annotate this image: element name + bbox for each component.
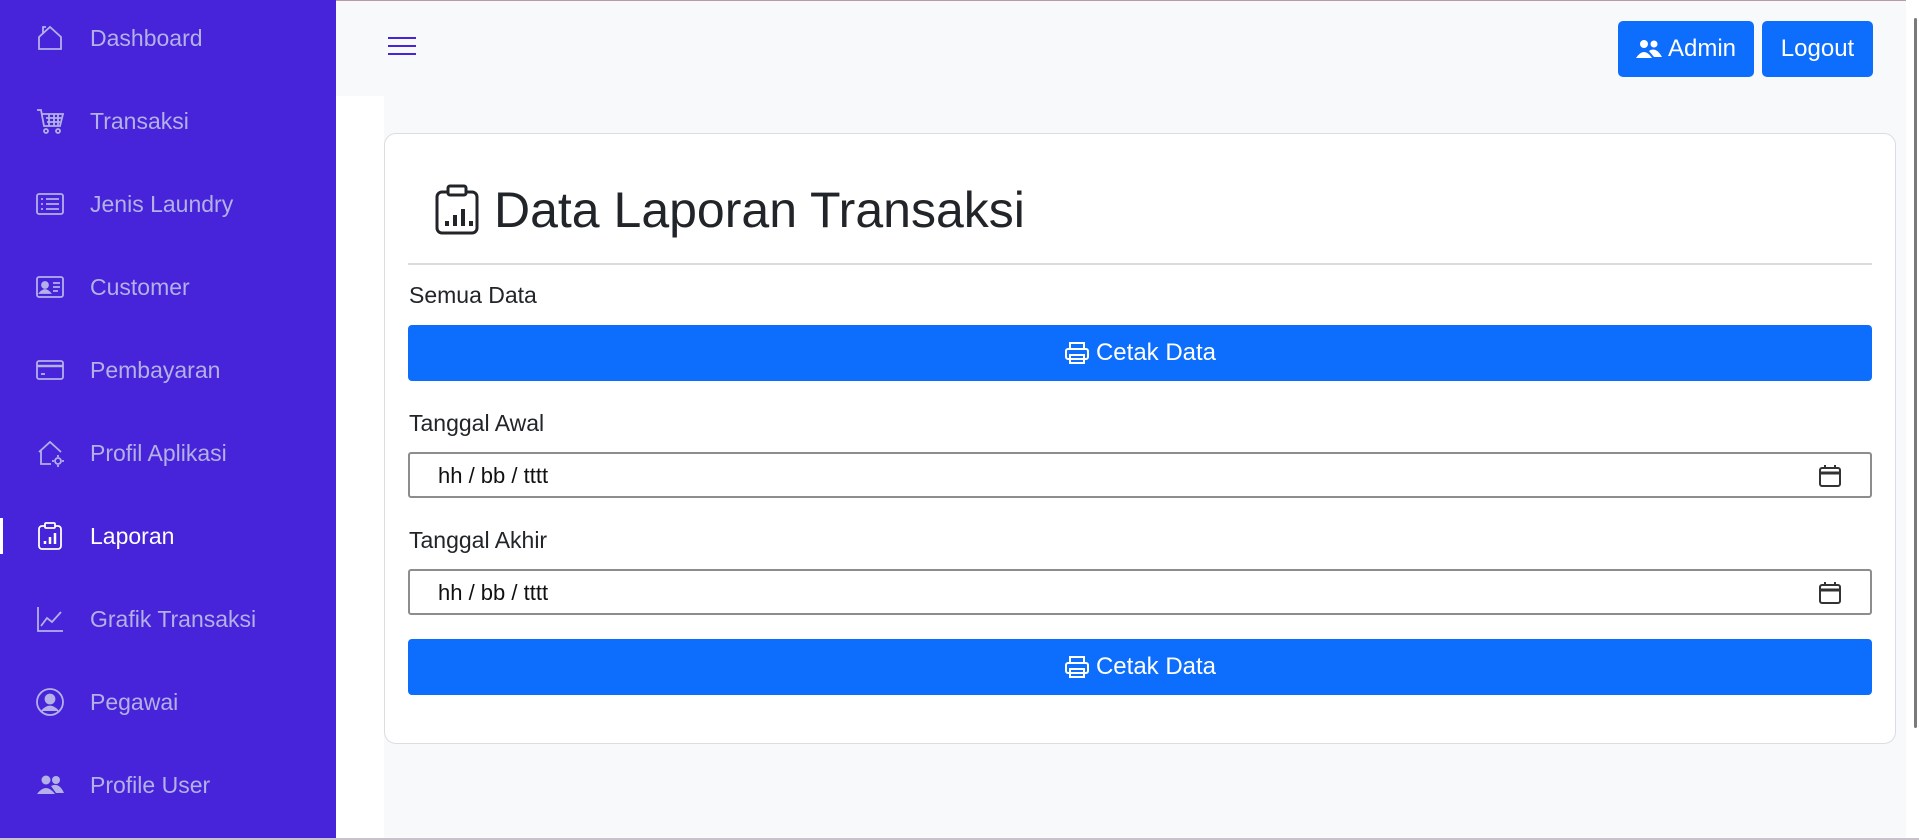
top-border	[336, 0, 1919, 1]
print-range-button[interactable]: Cetak Data	[408, 639, 1872, 695]
printer-icon	[1064, 342, 1089, 364]
person-circle-icon	[34, 686, 66, 718]
sidebar-item-label: Dashboard	[90, 24, 203, 51]
calendar-icon[interactable]	[1818, 581, 1842, 605]
all-data-label: Semua Data	[409, 282, 537, 308]
people-icon	[34, 769, 66, 801]
sidebar-item-profil-aplikasi[interactable]: Profil Aplikasi	[0, 423, 336, 483]
sidebar-item-dashboard[interactable]: Dashboard	[0, 8, 336, 68]
sidebar-item-label: Customer	[90, 273, 190, 300]
sidebar-item-transaksi[interactable]: Transaksi	[0, 91, 336, 151]
scrollbar-thumb[interactable]	[1914, 18, 1917, 728]
end-date-label: Tanggal Akhir	[409, 527, 548, 553]
sidebar-item-label: Profile User	[90, 771, 211, 798]
sidebar-item-pembayaran[interactable]: Pembayaran	[0, 340, 336, 400]
sidebar-item-profile-user[interactable]: Profile User	[0, 755, 336, 815]
sidebar-item-laporan[interactable]: Laporan	[0, 506, 336, 566]
credit-card-icon	[34, 354, 66, 386]
end-date-placeholder: hh / bb / tttt	[438, 580, 549, 605]
person-card-icon	[34, 271, 66, 303]
admin-label: Admin	[1667, 35, 1737, 62]
page-title-text: Data Laporan Transaksi	[494, 182, 1025, 238]
printer-icon	[1064, 656, 1089, 678]
sidebar-item-label: Pembayaran	[90, 356, 221, 383]
sidebar-item-label: Grafik Transaksi	[90, 605, 257, 632]
start-date-input[interactable]: hh / bb / tttt	[408, 452, 1872, 498]
content-background	[336, 96, 384, 840]
logout-button[interactable]: Logout	[1762, 21, 1873, 77]
start-date-label: Tanggal Awal	[409, 410, 545, 436]
cart-icon	[34, 105, 66, 137]
calendar-icon[interactable]	[1818, 464, 1842, 488]
print-all-label: Cetak Data	[1095, 339, 1217, 366]
divider	[408, 263, 1872, 265]
sidebar-item-customer[interactable]: Customer	[0, 257, 336, 317]
start-date-placeholder: hh / bb / tttt	[438, 463, 549, 488]
print-range-label: Cetak Data	[1095, 653, 1217, 680]
sidebar-item-pegawai[interactable]: Pegawai	[0, 672, 336, 732]
end-date-input[interactable]: hh / bb / tttt	[408, 569, 1872, 615]
clipboard-chart-icon	[34, 520, 66, 552]
list-icon	[34, 188, 66, 220]
line-chart-icon	[34, 603, 66, 635]
logout-label: Logout	[1780, 35, 1855, 62]
people-fill-icon	[1635, 40, 1662, 58]
hamburger-icon[interactable]	[388, 34, 416, 58]
house-gear-icon	[34, 437, 66, 469]
print-all-button[interactable]: Cetak Data	[408, 325, 1872, 381]
sidebar-item-label: Laporan	[90, 522, 175, 549]
scrollbar-track[interactable]	[1906, 0, 1919, 840]
sidebar-item-label: Profil Aplikasi	[90, 439, 227, 466]
sidebar-item-jenis-laundry[interactable]: Jenis Laundry	[0, 174, 336, 234]
house-icon	[34, 22, 66, 54]
sidebar: Dashboard Transaksi Jenis Laundry Custom…	[0, 0, 336, 840]
sidebar-item-label: Pegawai	[90, 688, 179, 715]
sidebar-item-label: Jenis Laundry	[90, 190, 234, 217]
sidebar-item-grafik-transaksi[interactable]: Grafik Transaksi	[0, 589, 336, 649]
page-title: Data Laporan Transaksi	[434, 180, 1025, 240]
sidebar-item-label: Transaksi	[90, 107, 189, 134]
clipboard-chart-icon	[435, 184, 479, 235]
admin-button[interactable]: Admin	[1618, 21, 1754, 77]
